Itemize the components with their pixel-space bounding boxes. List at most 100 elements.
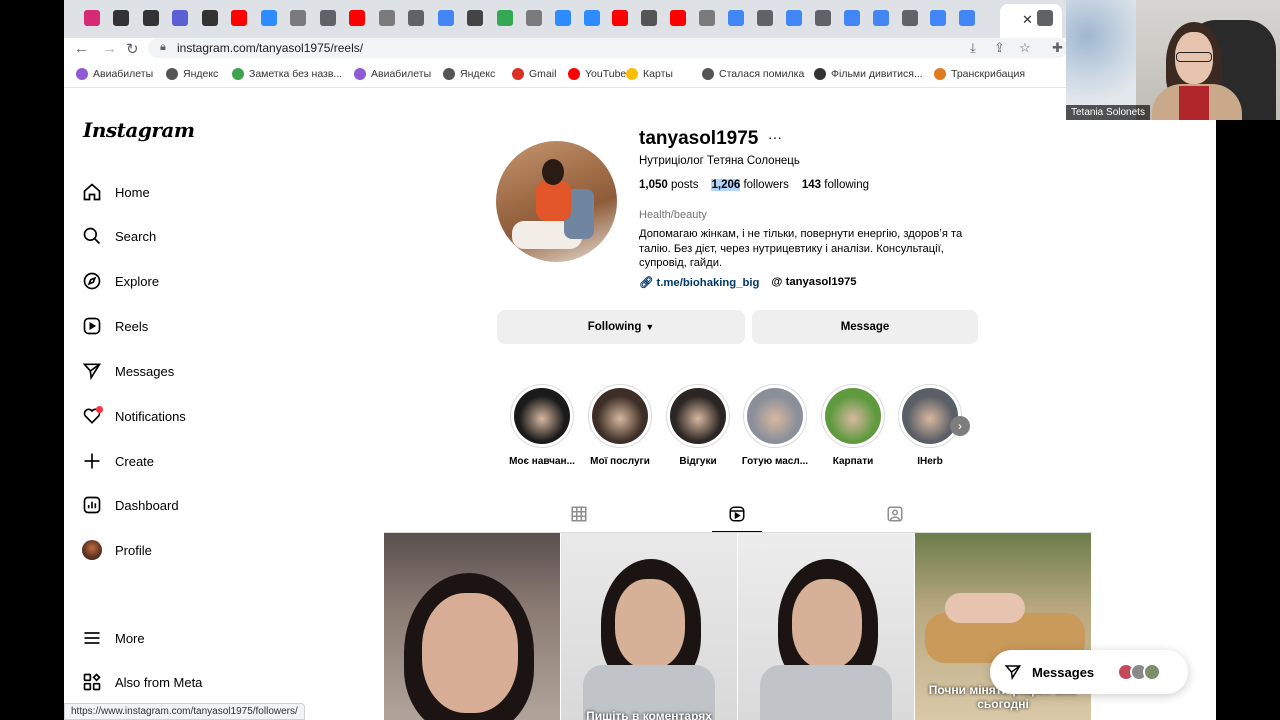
extensions-icon[interactable]: ✚ <box>1052 40 1063 56</box>
t-icon[interactable] <box>526 10 542 26</box>
bookmark-item[interactable]: YouTube <box>568 68 626 80</box>
story-highlight[interactable]: Карпати <box>817 384 889 467</box>
profile-picture[interactable] <box>496 141 617 262</box>
t-icon[interactable] <box>290 10 306 26</box>
share-icon[interactable]: ⇪ <box>994 40 1005 56</box>
bookmark-item[interactable]: Gmail <box>512 68 556 80</box>
globe-icon[interactable] <box>757 10 773 26</box>
youtube-icon[interactable] <box>612 10 628 26</box>
sheets-plus-icon[interactable] <box>497 10 513 26</box>
story-highlight[interactable]: Мої послуги <box>584 384 656 467</box>
following-count[interactable]: 143 <box>802 179 821 191</box>
following-label[interactable]: following <box>824 179 869 191</box>
nav-create[interactable]: Create <box>82 449 154 473</box>
highlights-next-icon[interactable]: › <box>950 416 970 436</box>
reels-tab-icon[interactable] <box>728 505 746 523</box>
docs-icon[interactable] <box>438 10 454 26</box>
story-highlight[interactable]: Готую масл... <box>739 384 811 467</box>
nav-notifications[interactable]: Notifications <box>82 404 186 428</box>
bookmark-item[interactable]: Сталася помилка <box>702 68 804 80</box>
highlight-ring[interactable] <box>821 384 885 448</box>
youtube-icon[interactable] <box>349 10 365 26</box>
followers-label[interactable]: followers <box>743 179 788 191</box>
following-stat[interactable]: 143 following <box>802 179 869 191</box>
nav-more[interactable]: More <box>82 626 145 650</box>
highlight-ring[interactable] <box>510 384 574 448</box>
back-icon[interactable]: ← <box>74 40 89 57</box>
bookmark-item[interactable]: Заметка без назв... <box>232 68 342 80</box>
following-button[interactable]: Following ▼ <box>497 310 745 344</box>
story-highlight[interactable]: Моє навчан... <box>506 384 578 467</box>
globe-icon[interactable] <box>815 10 831 26</box>
browser-tab-bar: ✕ <box>64 0 1216 38</box>
reel-thumbnail-3[interactable] <box>738 533 914 720</box>
docs-icon[interactable] <box>959 10 975 26</box>
highlight-ring[interactable] <box>898 384 962 448</box>
bookmark-item[interactable]: Яндекс <box>166 68 218 80</box>
instagram-icon[interactable] <box>84 10 100 26</box>
download-icon[interactable]: ⤓ <box>970 40 976 56</box>
bookmark-item[interactable]: Транскрибация <box>934 68 1025 80</box>
bookmark-item[interactable]: Яндекс <box>443 68 495 80</box>
youtube-icon[interactable] <box>231 10 247 26</box>
chatgpt-icon[interactable] <box>467 10 483 26</box>
tagged-tab-icon[interactable] <box>886 505 904 523</box>
nav-explore[interactable]: Explore <box>82 269 159 293</box>
forward-icon[interactable]: → <box>102 40 117 57</box>
bookmark-item[interactable]: Карты <box>626 68 673 80</box>
bookmark-item[interactable]: Авиабилеты <box>76 68 153 80</box>
more-options-icon[interactable]: ··· <box>768 129 782 145</box>
threads-link[interactable]: @ tanyasol1975 <box>771 276 856 289</box>
highlight-ring[interactable] <box>588 384 652 448</box>
url-text[interactable]: instagram.com/tanyasol1975/reels/ <box>177 41 363 55</box>
bookmark-label: Сталася помилка <box>719 68 805 80</box>
docs-icon[interactable] <box>873 10 889 26</box>
zoom-icon[interactable] <box>584 10 600 26</box>
zoom-icon[interactable] <box>555 10 571 26</box>
address-bar[interactable]: 🔒︎ instagram.com/tanyasol1975/reels/ ⤓ ⇪… <box>148 38 1068 58</box>
k-icon[interactable] <box>113 10 129 26</box>
trident-icon[interactable] <box>641 10 657 26</box>
globe-icon[interactable] <box>902 10 918 26</box>
nav-search[interactable]: Search <box>82 224 156 248</box>
close-tab-icon[interactable]: ✕ <box>1022 12 1033 28</box>
highlight-ring[interactable] <box>743 384 807 448</box>
reload-icon[interactable]: ↻ <box>126 40 139 58</box>
posts-grid-tab-icon[interactable] <box>570 505 588 523</box>
bookmark-item[interactable]: Авиабилеты <box>354 68 431 80</box>
instagram-logo[interactable]: Instagram <box>83 118 195 142</box>
messages-pill[interactable]: Messages <box>990 650 1188 694</box>
nav-home[interactable]: Home <box>82 180 150 204</box>
message-button[interactable]: Message <box>752 310 978 344</box>
docs-icon[interactable] <box>844 10 860 26</box>
threads-handle[interactable]: tanyasol1975 <box>786 276 857 288</box>
external-link-text[interactable]: t.me/biohaking_big <box>656 277 759 289</box>
story-highlight[interactable]: Відгуки <box>662 384 734 467</box>
docs-icon[interactable] <box>728 10 744 26</box>
t-icon[interactable] <box>699 10 715 26</box>
reel-thumbnail-2[interactable]: Пишіть в коментарях <box>561 533 737 720</box>
star-icon[interactable]: ☆ <box>1019 40 1031 56</box>
globe-icon[interactable] <box>1037 10 1053 26</box>
k-icon[interactable] <box>143 10 159 26</box>
bookmark-item[interactable]: Фільми дивитися... <box>814 68 923 80</box>
nav-reels[interactable]: Reels <box>82 314 148 338</box>
t-icon[interactable] <box>379 10 395 26</box>
youtube-icon[interactable] <box>670 10 686 26</box>
globe-icon[interactable] <box>320 10 336 26</box>
zoom-icon[interactable] <box>261 10 277 26</box>
doc-icon[interactable] <box>172 10 188 26</box>
highlight-ring[interactable] <box>666 384 730 448</box>
docs-icon[interactable] <box>930 10 946 26</box>
k-icon[interactable] <box>202 10 218 26</box>
globe-icon[interactable] <box>408 10 424 26</box>
docs-icon[interactable] <box>786 10 802 26</box>
nav-also-from-meta[interactable]: Also from Meta <box>82 670 202 694</box>
nav-dashboard[interactable]: Dashboard <box>82 493 179 517</box>
reel-thumbnail-1[interactable] <box>384 533 560 720</box>
followers-stat[interactable]: 1,206 followers <box>711 179 789 191</box>
nav-profile[interactable]: Profile <box>82 538 152 562</box>
external-link[interactable]: 🔗︎ t.me/biohaking_big <box>639 276 759 289</box>
nav-messages[interactable]: Messages <box>82 359 174 383</box>
followers-count[interactable]: 1,206 <box>711 179 741 191</box>
